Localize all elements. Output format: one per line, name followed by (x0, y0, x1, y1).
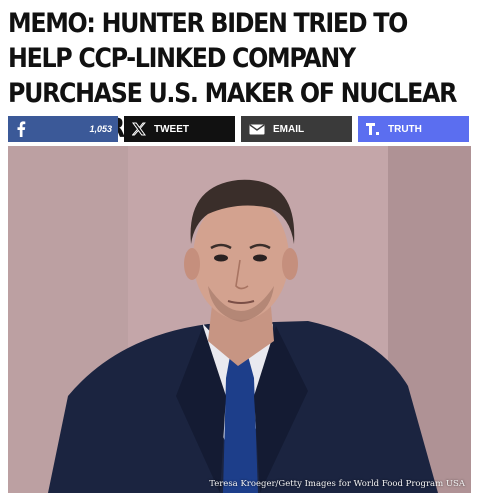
facebook-share-count: 1,053 (89, 124, 112, 134)
tweet-label: TWEET (154, 123, 189, 135)
facebook-icon (16, 121, 26, 137)
article-page: MEMO: HUNTER BIDEN TRIED TO HELP CCP-LIN… (0, 0, 477, 500)
portrait-illustration (8, 146, 471, 493)
share-bar: 1,053 TWEET EMAIL TRUTH (8, 116, 471, 142)
facebook-share-button[interactable]: 1,053 (8, 116, 118, 142)
x-logo-icon (132, 122, 146, 136)
article-photo: Teresa Kroeger/Getty Images for World Fo… (8, 146, 471, 493)
truth-social-icon (366, 122, 380, 136)
photo-caption: Teresa Kroeger/Getty Images for World Fo… (209, 479, 465, 489)
truth-share-button[interactable]: TRUTH (358, 116, 469, 142)
email-label: EMAIL (273, 123, 305, 135)
truth-label: TRUTH (388, 123, 422, 135)
tweet-button[interactable]: TWEET (124, 116, 235, 142)
envelope-icon (249, 123, 265, 135)
email-share-button[interactable]: EMAIL (241, 116, 352, 142)
